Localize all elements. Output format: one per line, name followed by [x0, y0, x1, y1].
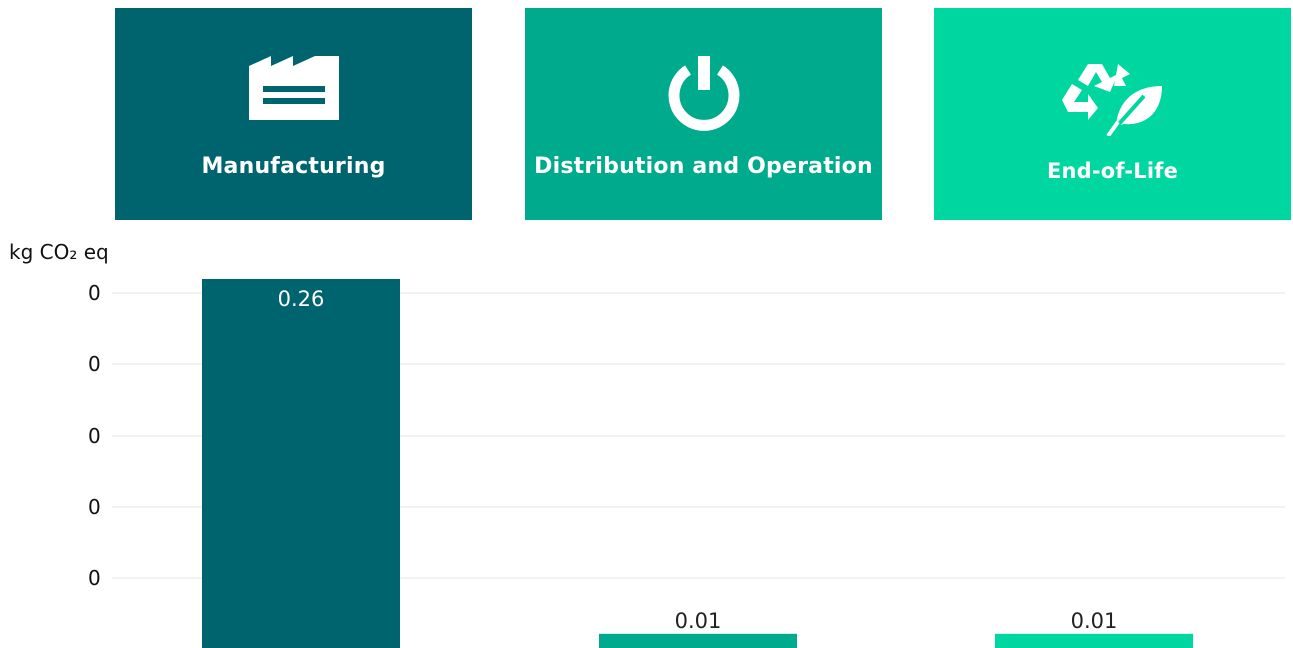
bar [995, 633, 1193, 648]
y-tick-label: 0 [88, 495, 101, 519]
bar [202, 279, 400, 648]
y-tick-label: 0 [88, 566, 101, 590]
data-label: 0.26 [278, 287, 325, 311]
y-tick-label: 0 [88, 352, 101, 376]
y-tick-label: 0 [88, 281, 101, 305]
data-label: 0.01 [675, 609, 722, 633]
data-label: 0.01 [1071, 609, 1118, 633]
bar-chart: 0 0 0 0 0 0.26 0.01 0.01 [88, 279, 1285, 648]
bar [599, 633, 797, 648]
y-tick-label: 0 [88, 424, 101, 448]
